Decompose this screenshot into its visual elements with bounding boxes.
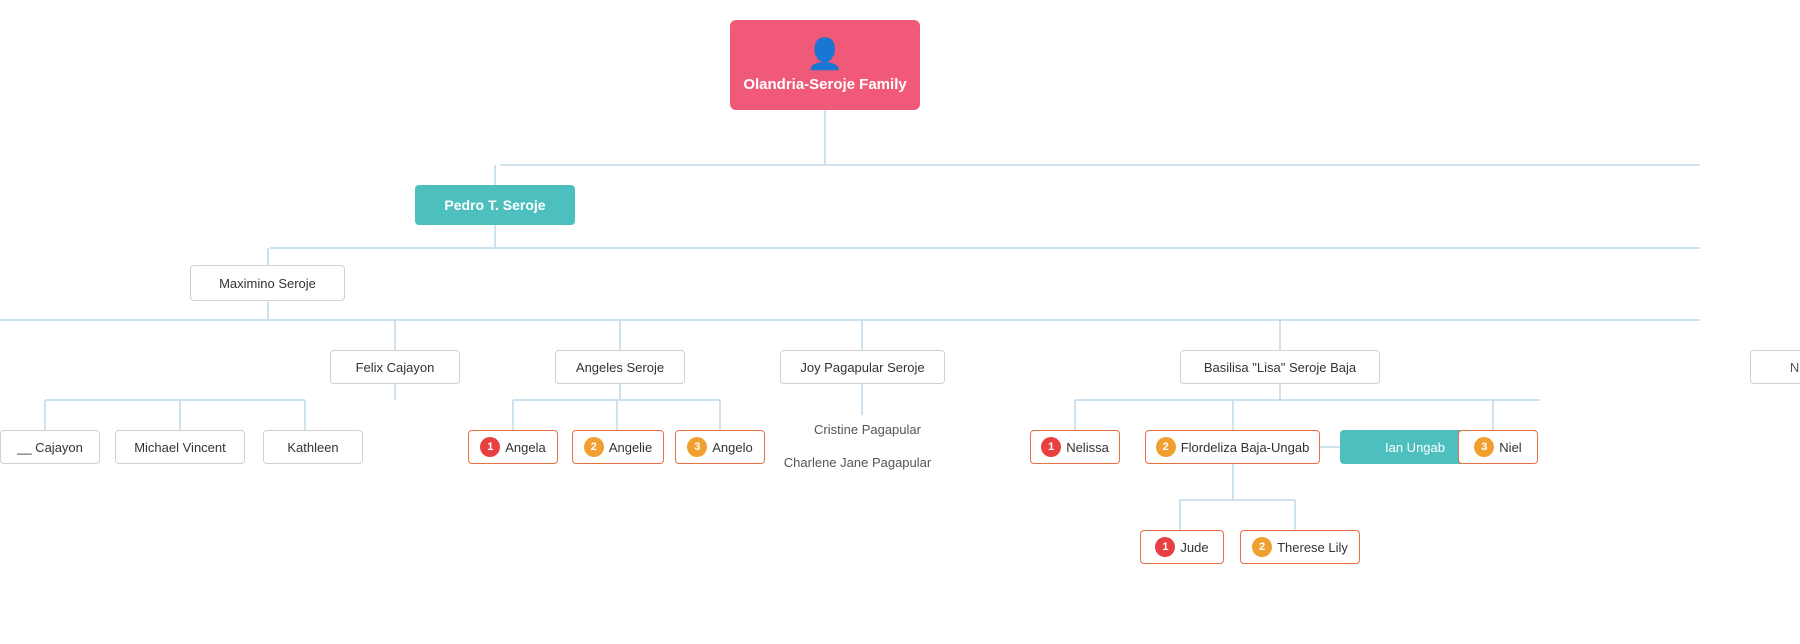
cristine-node[interactable]: Cristine Pagapular: [790, 415, 945, 443]
maximino-label: Maximino Seroje: [219, 276, 316, 291]
family-tree: 👤 Olandria-Seroje Family Pedro T. Seroje…: [0, 0, 1800, 644]
angelo-label: Angelo: [712, 440, 752, 455]
niel-label: Niel: [1499, 440, 1521, 455]
therese-label: Therese Lily: [1277, 540, 1348, 555]
nelissa-node[interactable]: 1 Nelissa: [1030, 430, 1120, 464]
ian-label: Ian Ungab: [1385, 440, 1445, 455]
angelo-node[interactable]: 3 Angelo: [675, 430, 765, 464]
cristine-label: Cristine Pagapular: [814, 422, 921, 437]
charlene-node[interactable]: Charlene Jane Pagapular: [770, 448, 945, 476]
charlene-label: Charlene Jane Pagapular: [784, 455, 931, 470]
angeles-label: Angeles Seroje: [576, 360, 664, 375]
niel-badge: 3: [1474, 437, 1494, 457]
angelie-label: Angelie: [609, 440, 652, 455]
maximino-node[interactable]: Maximino Seroje: [190, 265, 345, 301]
angelie-node[interactable]: 2 Angelie: [572, 430, 664, 464]
michael-node[interactable]: Michael Vincent: [115, 430, 245, 464]
nelissa-label: Nelissa: [1066, 440, 1109, 455]
jude-label: Jude: [1180, 540, 1208, 555]
nelissa-badge: 1: [1041, 437, 1061, 457]
root-label: Olandria-Seroje Family: [743, 76, 906, 93]
therese-node[interactable]: 2 Therese Lily: [1240, 530, 1360, 564]
avatar-icon: 👤: [806, 37, 843, 72]
basilisa-label: Basilisa "Lisa" Seroje Baja: [1204, 360, 1356, 375]
cajayon-partial-node[interactable]: __ Cajayon: [0, 430, 100, 464]
basilisa-node[interactable]: Basilisa "Lisa" Seroje Baja: [1180, 350, 1380, 384]
kathleen-node[interactable]: Kathleen: [263, 430, 363, 464]
pedro-label: Pedro T. Seroje: [444, 197, 545, 213]
kathleen-label: Kathleen: [287, 440, 338, 455]
partial-right-label: N...: [1790, 360, 1800, 375]
root-node[interactable]: 👤 Olandria-Seroje Family: [730, 20, 920, 110]
angela-label: Angela: [505, 440, 545, 455]
jude-badge: 1: [1155, 537, 1175, 557]
angela-badge: 1: [480, 437, 500, 457]
angelo-badge: 3: [687, 437, 707, 457]
angela-node[interactable]: 1 Angela: [468, 430, 558, 464]
niel-node[interactable]: 3 Niel: [1458, 430, 1538, 464]
angelie-badge: 2: [584, 437, 604, 457]
jude-node[interactable]: 1 Jude: [1140, 530, 1224, 564]
felix-label: Felix Cajayon: [356, 360, 435, 375]
felix-node[interactable]: Felix Cajayon: [330, 350, 460, 384]
cajayon-partial-label: __ Cajayon: [17, 440, 83, 455]
therese-badge: 2: [1252, 537, 1272, 557]
flordeliza-label: Flordeliza Baja-Ungab: [1181, 440, 1310, 455]
joy-node[interactable]: Joy Pagapular Seroje: [780, 350, 945, 384]
flordeliza-node[interactable]: 2 Flordeliza Baja-Ungab: [1145, 430, 1320, 464]
angeles-node[interactable]: Angeles Seroje: [555, 350, 685, 384]
flordeliza-badge: 2: [1156, 437, 1176, 457]
pedro-node[interactable]: Pedro T. Seroje: [415, 185, 575, 225]
partial-right-node[interactable]: N...: [1750, 350, 1800, 384]
joy-label: Joy Pagapular Seroje: [800, 360, 924, 375]
michael-label: Michael Vincent: [134, 440, 226, 455]
